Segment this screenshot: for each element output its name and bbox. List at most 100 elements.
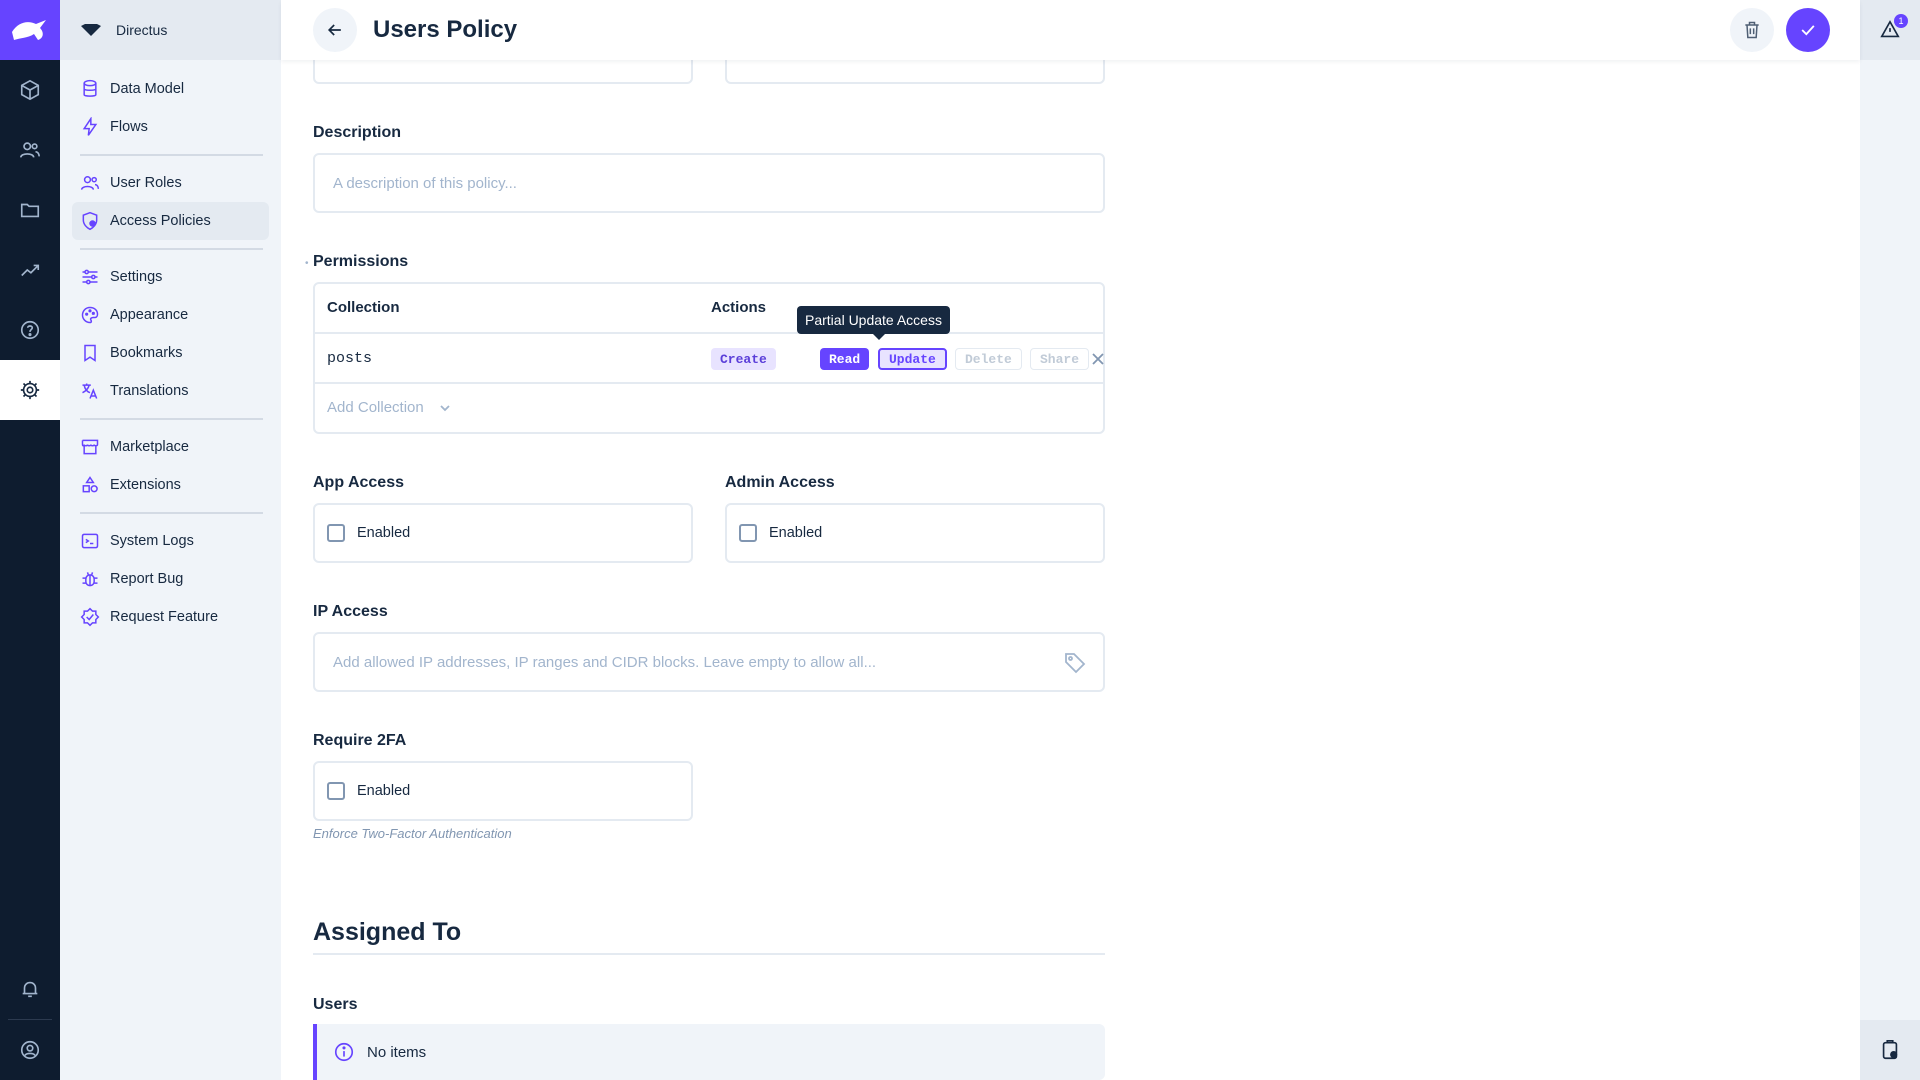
column-header-collection: Collection xyxy=(327,299,400,316)
app-access-checkbox[interactable]: Enabled xyxy=(327,524,410,542)
nav-item-data-model[interactable]: Data Model xyxy=(72,70,269,108)
checkbox-icon xyxy=(327,782,345,800)
notifications-toggle[interactable]: 1 xyxy=(1860,0,1920,60)
nav-item-user-roles[interactable]: User Roles xyxy=(72,164,269,202)
admin-access-field: Enabled xyxy=(725,503,1105,563)
required-marker: • xyxy=(305,258,309,269)
permission-delete-toggle[interactable]: Delete xyxy=(955,348,1022,370)
users-label: Users xyxy=(313,996,358,1013)
close-icon[interactable] xyxy=(1091,352,1105,366)
nav-item-label: Extensions xyxy=(110,477,181,493)
nav-item-bookmarks[interactable]: Bookmarks xyxy=(72,334,269,372)
permission-share-toggle[interactable]: Share xyxy=(1030,348,1090,370)
module-users[interactable] xyxy=(0,120,60,180)
module-bar xyxy=(0,0,60,1080)
page-title: Users Policy xyxy=(373,16,518,43)
description-placeholder: A description of this policy... xyxy=(333,175,517,192)
app-access-label: App Access xyxy=(313,474,404,491)
nav-item-label: Flows xyxy=(110,119,148,135)
database-icon xyxy=(83,79,97,97)
permissions-table: Collection Actions posts Create Read Upd… xyxy=(313,282,1105,434)
checkbox-label: Enabled xyxy=(357,525,411,541)
notifications-button[interactable] xyxy=(0,959,60,1019)
project-header[interactable]: Directus xyxy=(60,0,281,60)
bell-icon xyxy=(22,981,38,998)
bookmark-icon xyxy=(84,344,96,362)
notification-badge: 1 xyxy=(1894,14,1908,28)
notice-text: No items xyxy=(367,1043,427,1061)
folder-icon xyxy=(20,203,40,218)
nav-item-label: System Logs xyxy=(110,533,194,549)
check-icon xyxy=(1801,25,1815,36)
nav-item-label: Translations xyxy=(110,383,189,399)
account-icon xyxy=(20,1040,40,1060)
ip-access-input[interactable]: Add allowed IP addresses, IP ranges and … xyxy=(313,632,1105,692)
feature-icon xyxy=(80,607,100,627)
help-icon xyxy=(20,320,40,340)
right-sidebar: 1 xyxy=(1860,0,1920,1080)
column-header-actions: Actions xyxy=(711,299,767,316)
nav-item-label: Access Policies xyxy=(110,213,211,229)
admin-access-label: Admin Access xyxy=(725,474,835,491)
settings-navigation: Directus Data Model Flows User Roles Acc… xyxy=(60,0,281,1080)
main-content: Description A description of this policy… xyxy=(281,0,1860,1080)
nav-item-appearance[interactable]: Appearance xyxy=(72,296,269,334)
module-content[interactable] xyxy=(0,60,60,120)
clipboard-button[interactable] xyxy=(1860,1020,1920,1080)
translate-icon xyxy=(82,383,98,399)
require-2fa-label: Require 2FA xyxy=(313,732,407,749)
description-label: Description xyxy=(313,124,402,141)
module-files[interactable] xyxy=(0,180,60,240)
nav-item-report-bug[interactable]: Report Bug xyxy=(72,560,269,598)
nav-item-label: Marketplace xyxy=(110,439,189,455)
permission-read-toggle[interactable]: Read xyxy=(820,348,870,370)
rabbit-logo-icon xyxy=(12,20,46,40)
terminal-icon xyxy=(81,533,99,549)
nav-item-label: Settings xyxy=(110,269,163,285)
divider xyxy=(80,512,263,514)
table-row: posts Create Read Update Delete Share xyxy=(315,334,1105,384)
require-2fa-checkbox[interactable]: Enabled xyxy=(327,782,410,800)
admin-access-checkbox[interactable]: Enabled xyxy=(739,524,822,542)
checkbox-label: Enabled xyxy=(357,783,411,799)
module-settings[interactable] xyxy=(0,360,60,420)
nav-item-extensions[interactable]: Extensions xyxy=(72,466,269,504)
directus-logo[interactable] xyxy=(0,0,60,60)
add-collection-button[interactable]: Add Collection xyxy=(315,384,1103,432)
description-input[interactable]: A description of this policy... xyxy=(313,153,1105,213)
divider xyxy=(313,953,1105,955)
permissions-label: Permissions xyxy=(313,253,409,270)
nav-item-access-policies[interactable]: Access Policies xyxy=(72,202,269,240)
info-icon xyxy=(334,1042,354,1062)
bolt-icon xyxy=(82,117,98,136)
collection-name: posts xyxy=(327,350,373,367)
nav-item-settings[interactable]: Settings xyxy=(72,258,269,296)
divider xyxy=(80,248,263,250)
store-icon xyxy=(81,439,99,455)
checkbox-icon xyxy=(739,524,757,542)
page-header: Users Policy xyxy=(281,0,1860,60)
nav-item-system-logs[interactable]: System Logs xyxy=(72,522,269,560)
save-button[interactable] xyxy=(1786,8,1830,52)
chevron-down-icon xyxy=(440,405,450,412)
nav-item-translations[interactable]: Translations xyxy=(72,372,269,410)
nav-item-label: Bookmarks xyxy=(110,345,183,361)
user-profile-button[interactable] xyxy=(0,1020,60,1080)
nav-item-marketplace[interactable]: Marketplace xyxy=(72,428,269,466)
delete-button[interactable] xyxy=(1730,8,1774,52)
permissions-header: Collection Actions xyxy=(315,284,1103,334)
tooltip: Partial Update Access xyxy=(797,306,950,340)
back-button[interactable] xyxy=(313,8,357,52)
project-name: Directus xyxy=(116,22,168,38)
module-insights[interactable] xyxy=(0,240,60,300)
nav-item-request-feature[interactable]: Request Feature xyxy=(72,598,269,636)
module-help[interactable] xyxy=(0,300,60,360)
policy-icon xyxy=(82,211,98,231)
nav-item-label: Request Feature xyxy=(110,609,219,625)
arrow-left-icon xyxy=(327,24,341,36)
require-2fa-hint: Enforce Two-Factor Authentication xyxy=(313,826,512,841)
permission-update-toggle[interactable]: Update xyxy=(878,348,947,370)
nav-item-flows[interactable]: Flows xyxy=(72,108,269,146)
sliders-icon xyxy=(82,269,98,285)
permission-create-toggle[interactable]: Create xyxy=(711,348,776,370)
